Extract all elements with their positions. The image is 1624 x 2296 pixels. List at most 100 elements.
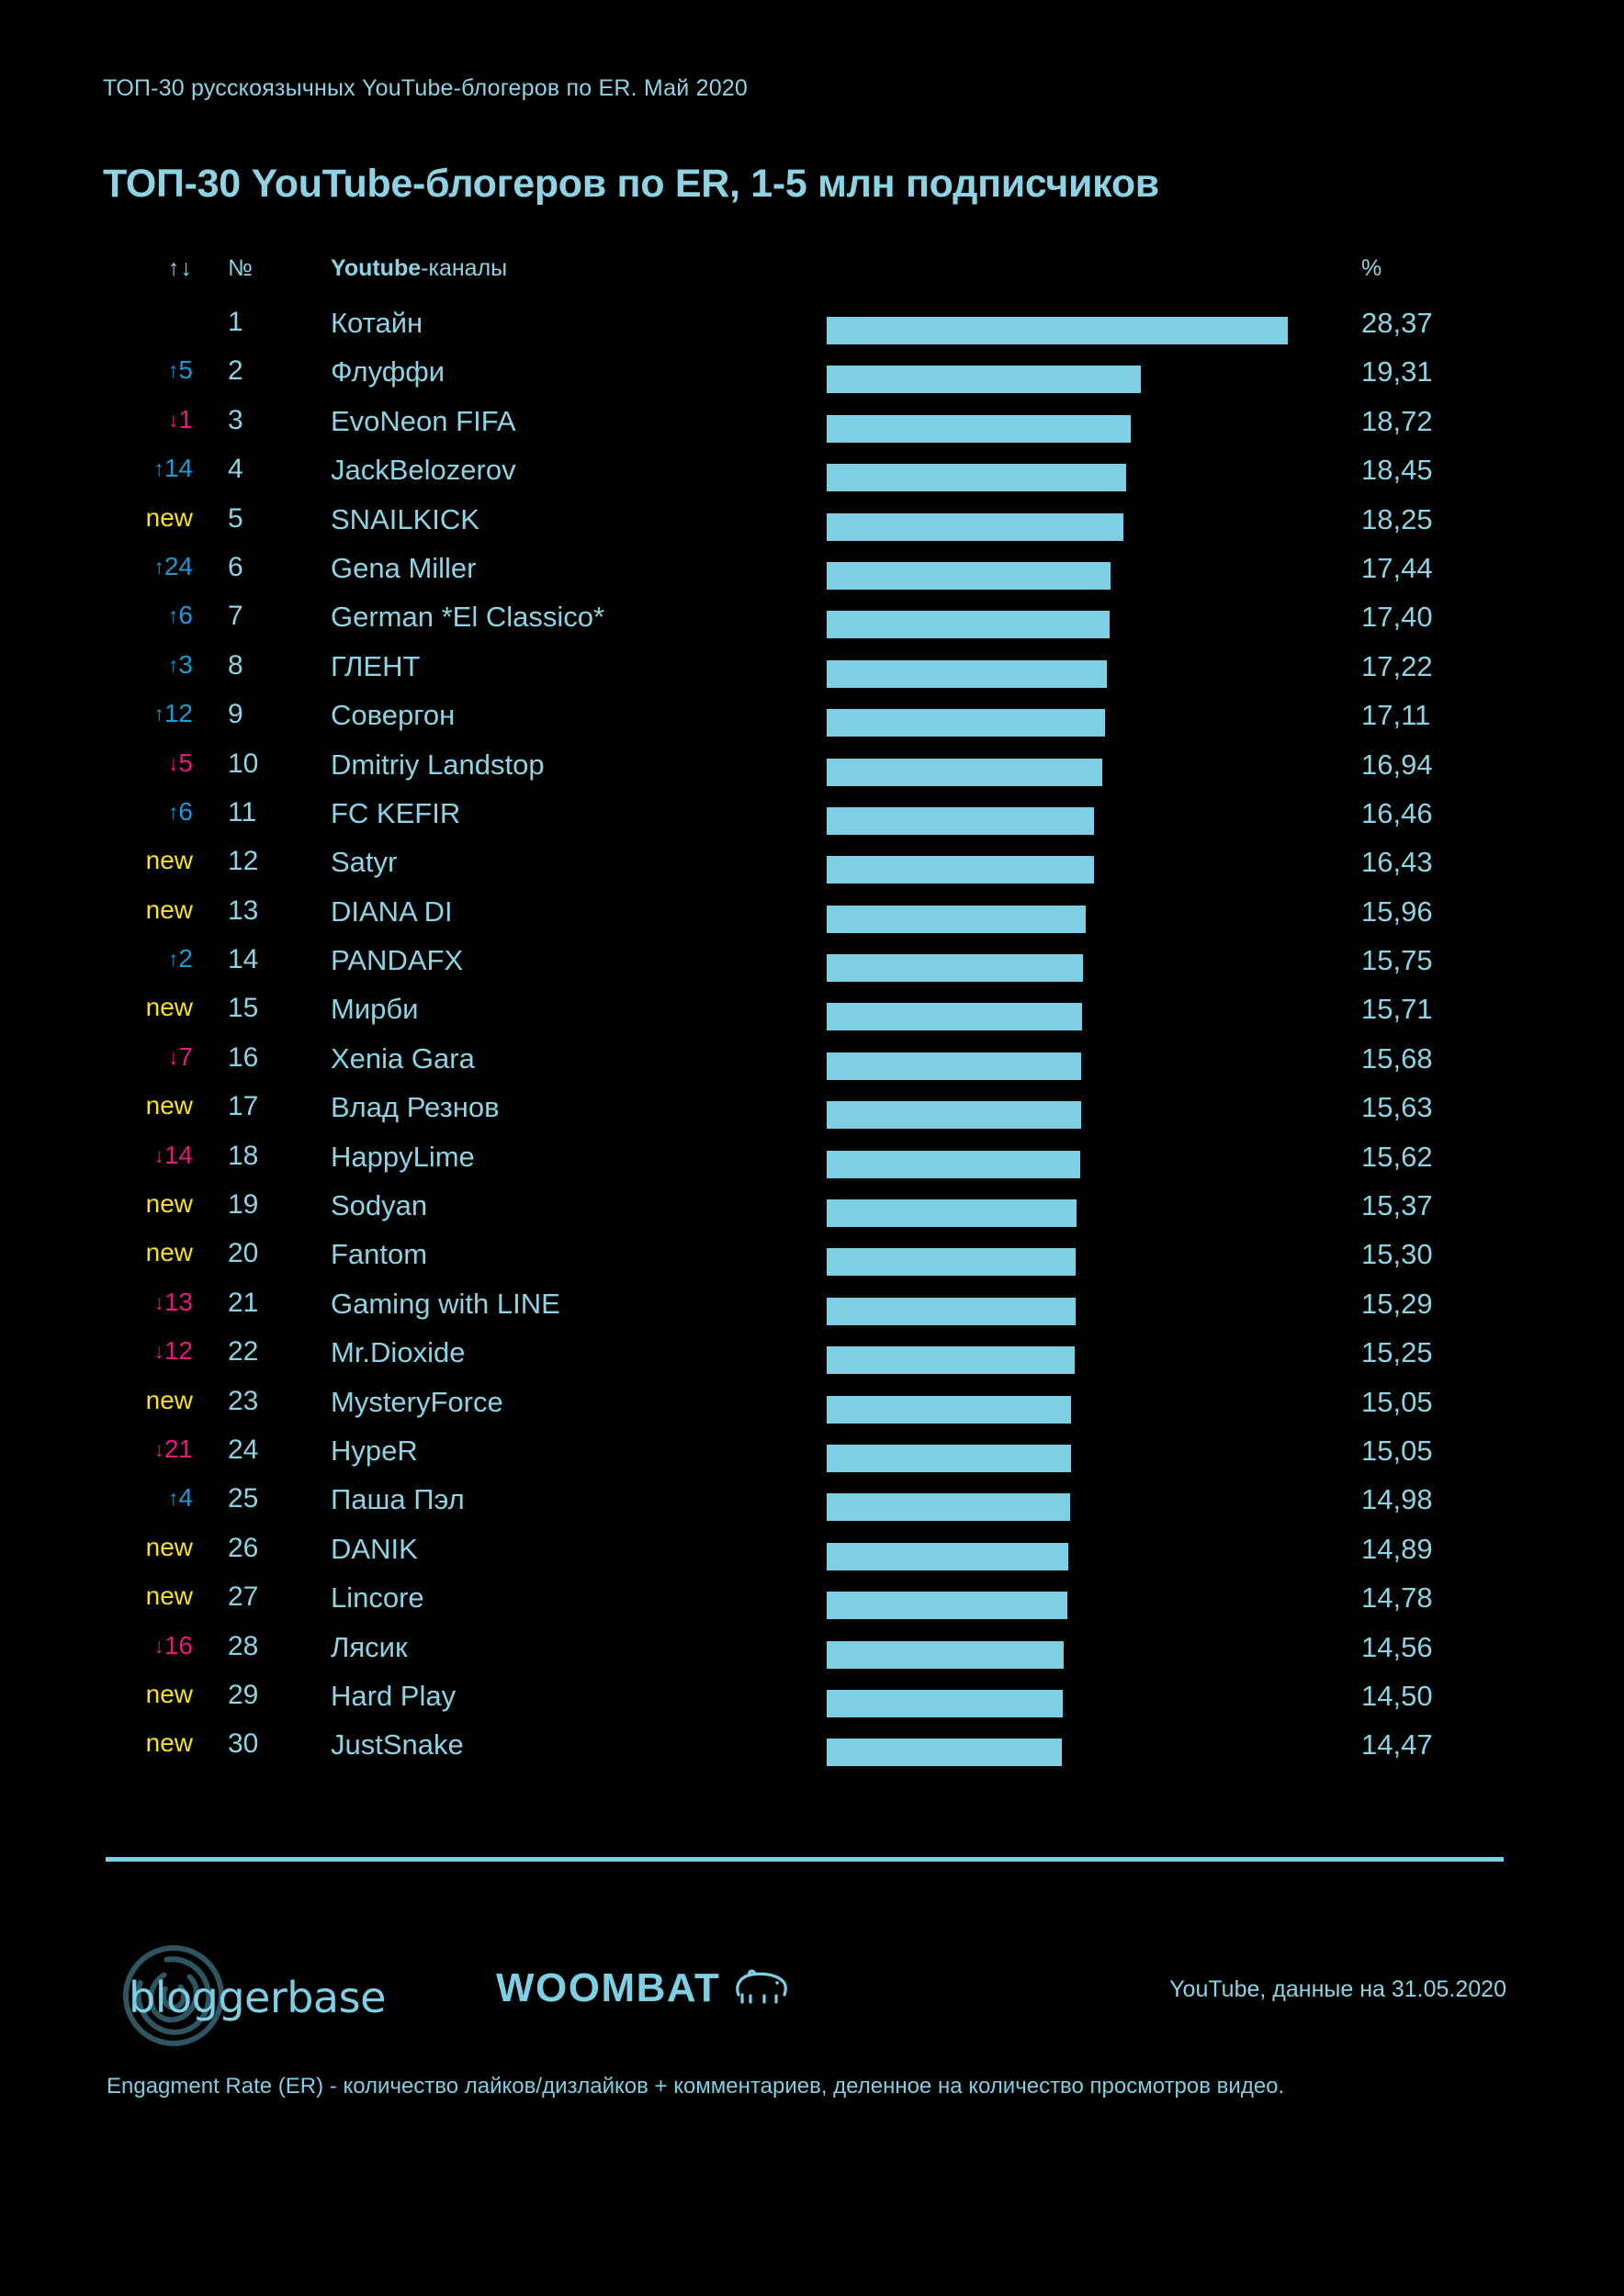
channel-name: DIANA DI — [331, 895, 453, 928]
arrow-down-icon: ↓ — [167, 750, 179, 775]
er-bar — [827, 561, 1111, 590]
column-header-channel-bold: Youtube — [331, 255, 422, 281]
row-rank: 8 — [228, 649, 243, 681]
bar-track — [827, 709, 1304, 737]
bar-track — [827, 1150, 1304, 1178]
row-rank: 25 — [228, 1483, 259, 1514]
er-bar — [827, 366, 1141, 394]
er-bar — [827, 1592, 1067, 1620]
er-definition-footnote: Engagment Rate (ER) - количество лайков/… — [107, 2074, 1285, 2099]
er-percent-value: 18,45 — [1361, 454, 1433, 487]
row-rank: 12 — [228, 846, 259, 877]
row-rank: 10 — [228, 748, 259, 779]
bar-track — [827, 1592, 1304, 1620]
row-rank: 7 — [228, 601, 243, 632]
rank-change-down: ↓7 — [167, 1041, 193, 1071]
table-row: ↓14 18 HappyLime 15,62 — [0, 1141, 1624, 1189]
channel-name: JustSnake — [331, 1728, 464, 1761]
bar-track — [827, 1689, 1304, 1717]
row-rank: 22 — [228, 1336, 259, 1367]
column-header-channel: Youtube-каналы — [331, 255, 507, 282]
channel-name: ГЛЕНТ — [331, 649, 421, 682]
bar-track — [827, 317, 1304, 344]
table-row: ↓12 22 Mr.Dioxide 15,25 — [0, 1336, 1624, 1385]
bar-track — [827, 414, 1304, 443]
table-row: ↑12 9 Совергон 17,11 — [0, 699, 1624, 748]
page-title: ТОП-30 YouTube-блогеров по ER, 1-5 млн п… — [103, 162, 1159, 206]
er-percent-value: 18,72 — [1361, 404, 1433, 437]
er-percent-value: 18,25 — [1361, 502, 1433, 535]
er-percent-value: 16,46 — [1361, 796, 1433, 829]
rank-change-new: new — [145, 1189, 193, 1219]
woombat-logo[interactable]: WOOMBAT — [496, 1965, 790, 2011]
rank-change-up: ↑14 — [153, 454, 193, 483]
bar-track — [827, 806, 1304, 835]
bar-track — [827, 659, 1304, 688]
er-bar — [827, 806, 1095, 835]
er-bar — [827, 414, 1132, 443]
arrow-down-icon: ↓ — [153, 1289, 164, 1314]
channel-name: Влад Резнов — [331, 1091, 500, 1124]
table-row: new 5 SNAILKICK 18,25 — [0, 503, 1624, 552]
table-row: new 30 JustSnake 14,47 — [0, 1728, 1624, 1777]
bar-track — [827, 1493, 1304, 1522]
bar-track — [827, 1542, 1304, 1570]
table-row: new 20 Fantom 15,30 — [0, 1238, 1624, 1287]
rank-change-new: new — [145, 1091, 193, 1120]
er-bar — [827, 1395, 1072, 1424]
er-bar — [827, 1297, 1076, 1325]
arrow-up-icon: ↑ — [167, 947, 179, 972]
er-percent-value: 15,71 — [1361, 993, 1433, 1026]
bar-track — [827, 1297, 1304, 1325]
kicker-text: ТОП-30 русскоязычных YouTube-блогеров по… — [103, 75, 749, 101]
rank-change-up: ↑24 — [153, 551, 193, 580]
row-rank: 29 — [228, 1679, 259, 1710]
rank-change-down: ↓14 — [153, 1140, 193, 1169]
table-row: ↓5 10 Dmitriy Landstop 16,94 — [0, 748, 1624, 797]
bar-track — [827, 856, 1304, 884]
arrow-down-icon: ↓ — [153, 1339, 164, 1364]
er-percent-value: 15,05 — [1361, 1385, 1433, 1418]
arrow-up-icon: ↑ — [167, 652, 179, 677]
channel-name: EvoNeon FIFA — [331, 404, 516, 437]
rank-change-up: ↑2 — [167, 944, 193, 974]
er-percent-value: 19,31 — [1361, 355, 1433, 388]
rank-change-new: new — [145, 1238, 193, 1267]
arrow-down-icon: ↓ — [153, 1142, 164, 1167]
row-rank: 13 — [228, 895, 259, 926]
er-percent-value: 15,63 — [1361, 1091, 1433, 1124]
ranking-table: ↑↓ № Youtube-каналы % 1 Котайн 28,37 ↑5 2 Флу… — [0, 255, 1624, 1778]
bloggerbase-logo[interactable]: bloggerbase — [116, 1945, 419, 2046]
bar-track — [827, 1101, 1304, 1130]
channel-name: Gaming with LINE — [331, 1287, 560, 1320]
rank-change-new: new — [145, 846, 193, 875]
bar-track — [827, 561, 1304, 590]
er-bar — [827, 1542, 1069, 1570]
rank-change-new: new — [145, 1385, 193, 1414]
rank-change-down: ↓5 — [167, 748, 193, 777]
channel-name: PANDAFX — [331, 944, 464, 977]
bar-track — [827, 1248, 1304, 1277]
column-header-channel-rest: -каналы — [421, 255, 508, 281]
er-percent-value: 15,05 — [1361, 1434, 1433, 1467]
er-percent-value: 14,50 — [1361, 1679, 1433, 1712]
table-row: ↓21 24 HypeR 15,05 — [0, 1435, 1624, 1483]
rank-change-down: ↓16 — [153, 1630, 193, 1660]
row-rank: 11 — [228, 796, 257, 827]
bar-track — [827, 1003, 1304, 1031]
table-row: ↑24 6 Gena Miller 17,44 — [0, 552, 1624, 601]
row-rank: 27 — [228, 1581, 259, 1613]
table-row: ↑6 7 German *El Classico* 17,40 — [0, 601, 1624, 649]
rank-change-up: ↑6 — [167, 796, 193, 826]
bar-track — [827, 758, 1304, 786]
er-bar — [827, 611, 1110, 639]
rank-change-new: new — [145, 993, 193, 1022]
er-percent-value: 28,37 — [1361, 307, 1433, 339]
bar-track — [827, 1640, 1304, 1669]
er-percent-value: 17,44 — [1361, 551, 1433, 584]
row-rank: 15 — [228, 993, 259, 1024]
row-rank: 19 — [228, 1189, 259, 1221]
er-bar — [827, 1199, 1077, 1228]
bar-track — [827, 1395, 1304, 1424]
er-bar — [827, 1248, 1076, 1277]
